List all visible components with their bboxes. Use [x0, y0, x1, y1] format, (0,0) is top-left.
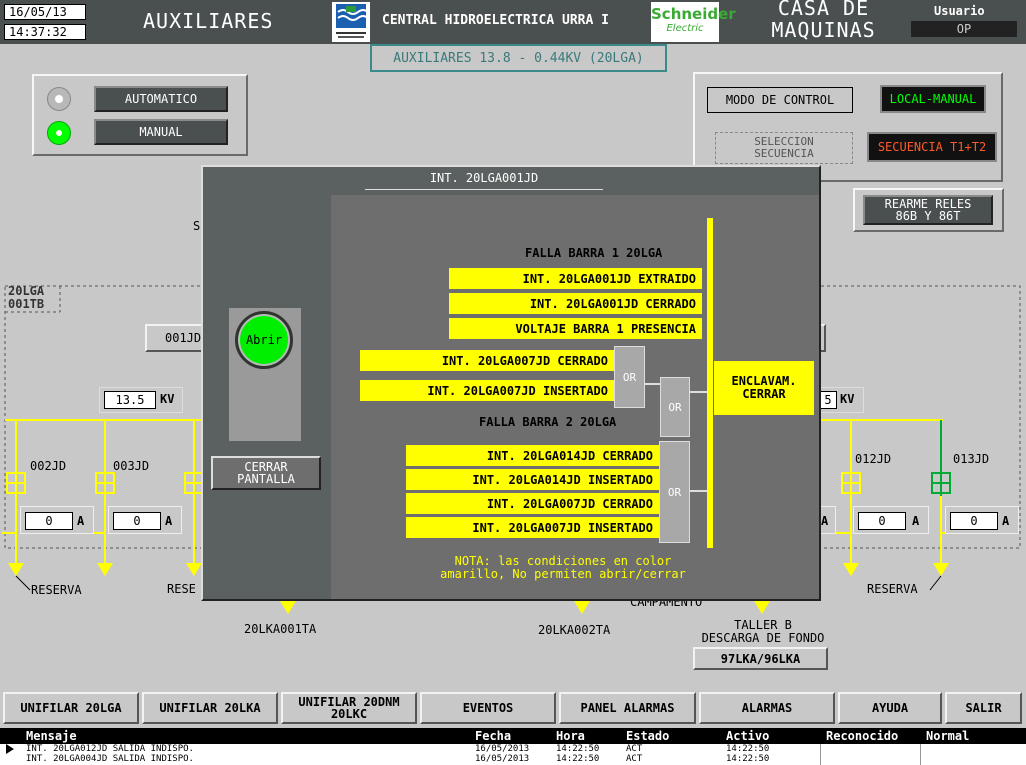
eventos-button[interactable]: EVENTOS — [420, 692, 556, 724]
cell-activo: 14:22:50 — [726, 754, 770, 764]
col-normal: Normal — [926, 729, 970, 743]
current-value: 0 — [858, 512, 906, 530]
cond-014jd-insertado: INT. 20LGA014JD INSERTADO — [406, 469, 659, 490]
current-value: 0 — [25, 512, 73, 530]
kv-left-group: 13.5 KV — [99, 387, 183, 413]
abrir-button[interactable]: Abrir — [235, 311, 293, 369]
feeder-012jd-label: 012JD — [855, 452, 892, 466]
load-20lka001ta: 20LKA001TA — [244, 622, 317, 636]
cell-hora: 14:22:50 — [556, 744, 600, 754]
feeder-003jd-label: 003JD — [113, 459, 150, 473]
salir-button[interactable]: SALIR — [945, 692, 1022, 724]
col-activo: Activo — [726, 729, 770, 743]
col-reconocido: Reconocido — [826, 729, 899, 743]
kv-right-group: 5 KV — [818, 387, 864, 413]
cond-007jd-insertado-a: INT. 20LGA007JD INSERTADO — [360, 380, 614, 401]
or-connector — [645, 383, 660, 385]
cell-activo: 14:22:50 — [726, 744, 770, 754]
feeder-002jd-current: 0 A — [20, 506, 94, 534]
cond-001jd-extraido: INT. 20LGA001JD EXTRAIDO — [449, 268, 702, 289]
load-20lka002ta: 20LKA002TA — [538, 623, 611, 637]
cell-fecha: 16/05/2013 — [475, 744, 530, 754]
or-connector — [690, 391, 707, 393]
current-unit: A — [165, 514, 173, 528]
table-row[interactable]: INT. 20LGA004JD SALIDA INDISPO. 16/05/20… — [0, 754, 1026, 764]
table-row[interactable]: INT. 20LGA012JD SALIDA INDISPO. 16/05/20… — [0, 744, 1026, 754]
breaker-001jd-button[interactable]: 001JD — [145, 324, 207, 352]
kv-left-unit: KV — [160, 392, 175, 406]
reserva-right-label: RESERVA — [867, 582, 918, 596]
cell-mensaje: INT. 20LGA012JD SALIDA INDISPO. — [26, 744, 194, 754]
reserva-left-label: RESERVA — [31, 583, 82, 597]
descarga-label: DESCARGA DE FONDO — [701, 631, 825, 645]
or-gate-1: OR — [614, 346, 645, 408]
current-value: 0 — [113, 512, 161, 530]
col-estado: Estado — [626, 729, 670, 743]
current-unit: A — [821, 514, 829, 528]
feeder-013jd-label: 013JD — [953, 452, 990, 466]
col-hora: Hora — [556, 729, 585, 743]
popup-title: INT. 20LGA001JD — [365, 169, 603, 190]
kv-left-value: 13.5 — [104, 391, 156, 409]
falla-barra-1-label: FALLA BARRA 1 20LGA — [525, 246, 663, 260]
or-gate-3: OR — [659, 441, 690, 543]
cell-hora: 14:22:50 — [556, 754, 600, 764]
cell-fecha: 16/05/2013 — [475, 754, 530, 764]
current-unit: A — [912, 514, 920, 528]
panel-alarmas-button[interactable]: PANEL ALARMAS — [559, 692, 696, 724]
cell-estado: ACT — [626, 754, 643, 764]
nota-text: NOTA: las condiciones en color amarillo,… — [440, 554, 686, 581]
breaker-popup: INT. 20LGA001JD Abrir CERRAR PANTALLA FA… — [201, 165, 821, 601]
col-fecha: Fecha — [475, 729, 512, 743]
cond-007jd-insertado-b: INT. 20LGA007JD INSERTADO — [406, 517, 659, 538]
or-connector — [690, 490, 707, 492]
unifilar-20dnm-button[interactable]: UNIFILAR 20DNM 20LKC — [281, 692, 417, 724]
unifilar-20lka-button[interactable]: UNIFILAR 20LKA — [142, 692, 278, 724]
cond-014jd-cerrado: INT. 20LGA014JD CERRADO — [406, 445, 659, 466]
cond-007jd-cerrado-b: INT. 20LGA007JD CERRADO — [406, 493, 659, 514]
alarm-summary: Mensaje Fecha Hora Estado Activo Reconoc… — [0, 728, 1026, 765]
feeder-003jd-current: 0 A — [108, 506, 182, 534]
cerrar-pantalla-button[interactable]: CERRAR PANTALLA — [211, 456, 321, 490]
alarm-header: Mensaje Fecha Hora Estado Activo Reconoc… — [0, 728, 1026, 744]
cond-007jd-cerrado-a: INT. 20LGA007JD CERRADO — [360, 350, 614, 371]
falla-barra-2-label: FALLA BARRA 2 20LGA — [479, 415, 617, 429]
kv-right-unit: KV — [840, 392, 855, 406]
bus-label-2: 001TB — [8, 297, 45, 311]
enclavam-cerrar-result: ENCLAVAM. CERRAR — [714, 361, 814, 415]
abrir-panel: Abrir — [229, 308, 301, 441]
alarm-rows[interactable]: INT. 20LGA012JD SALIDA INDISPO. 16/05/20… — [0, 744, 1026, 765]
cell-estado: ACT — [626, 744, 643, 754]
current-unit: A — [77, 514, 85, 528]
lka-97-96-button[interactable]: 97LKA/96LKA — [693, 647, 828, 670]
feeder-002jd-label: 002JD — [30, 459, 67, 473]
current-value: 0 — [950, 512, 998, 530]
cell-mensaje: INT. 20LGA004JD SALIDA INDISPO. — [26, 754, 194, 764]
reserva-partial-label: RESE — [167, 582, 196, 596]
or-gate-2: OR — [660, 377, 690, 437]
ayuda-button[interactable]: AYUDA — [838, 692, 942, 724]
alarmas-button[interactable]: ALARMAS — [699, 692, 835, 724]
unifilar-20lga-button[interactable]: UNIFILAR 20LGA — [3, 692, 139, 724]
col-mensaje: Mensaje — [26, 729, 77, 743]
cond-voltaje-barra1: VOLTAJE BARRA 1 PRESENCIA — [449, 318, 702, 339]
current-unit: A — [1002, 514, 1010, 528]
kv-right-value: 5 — [819, 391, 837, 409]
feeder-013jd-current: 0 A — [945, 506, 1019, 534]
and-bus-bar — [707, 218, 713, 548]
cond-001jd-cerrado: INT. 20LGA001JD CERRADO — [449, 293, 702, 314]
feeder-012jd-current: 0 A — [853, 506, 929, 534]
